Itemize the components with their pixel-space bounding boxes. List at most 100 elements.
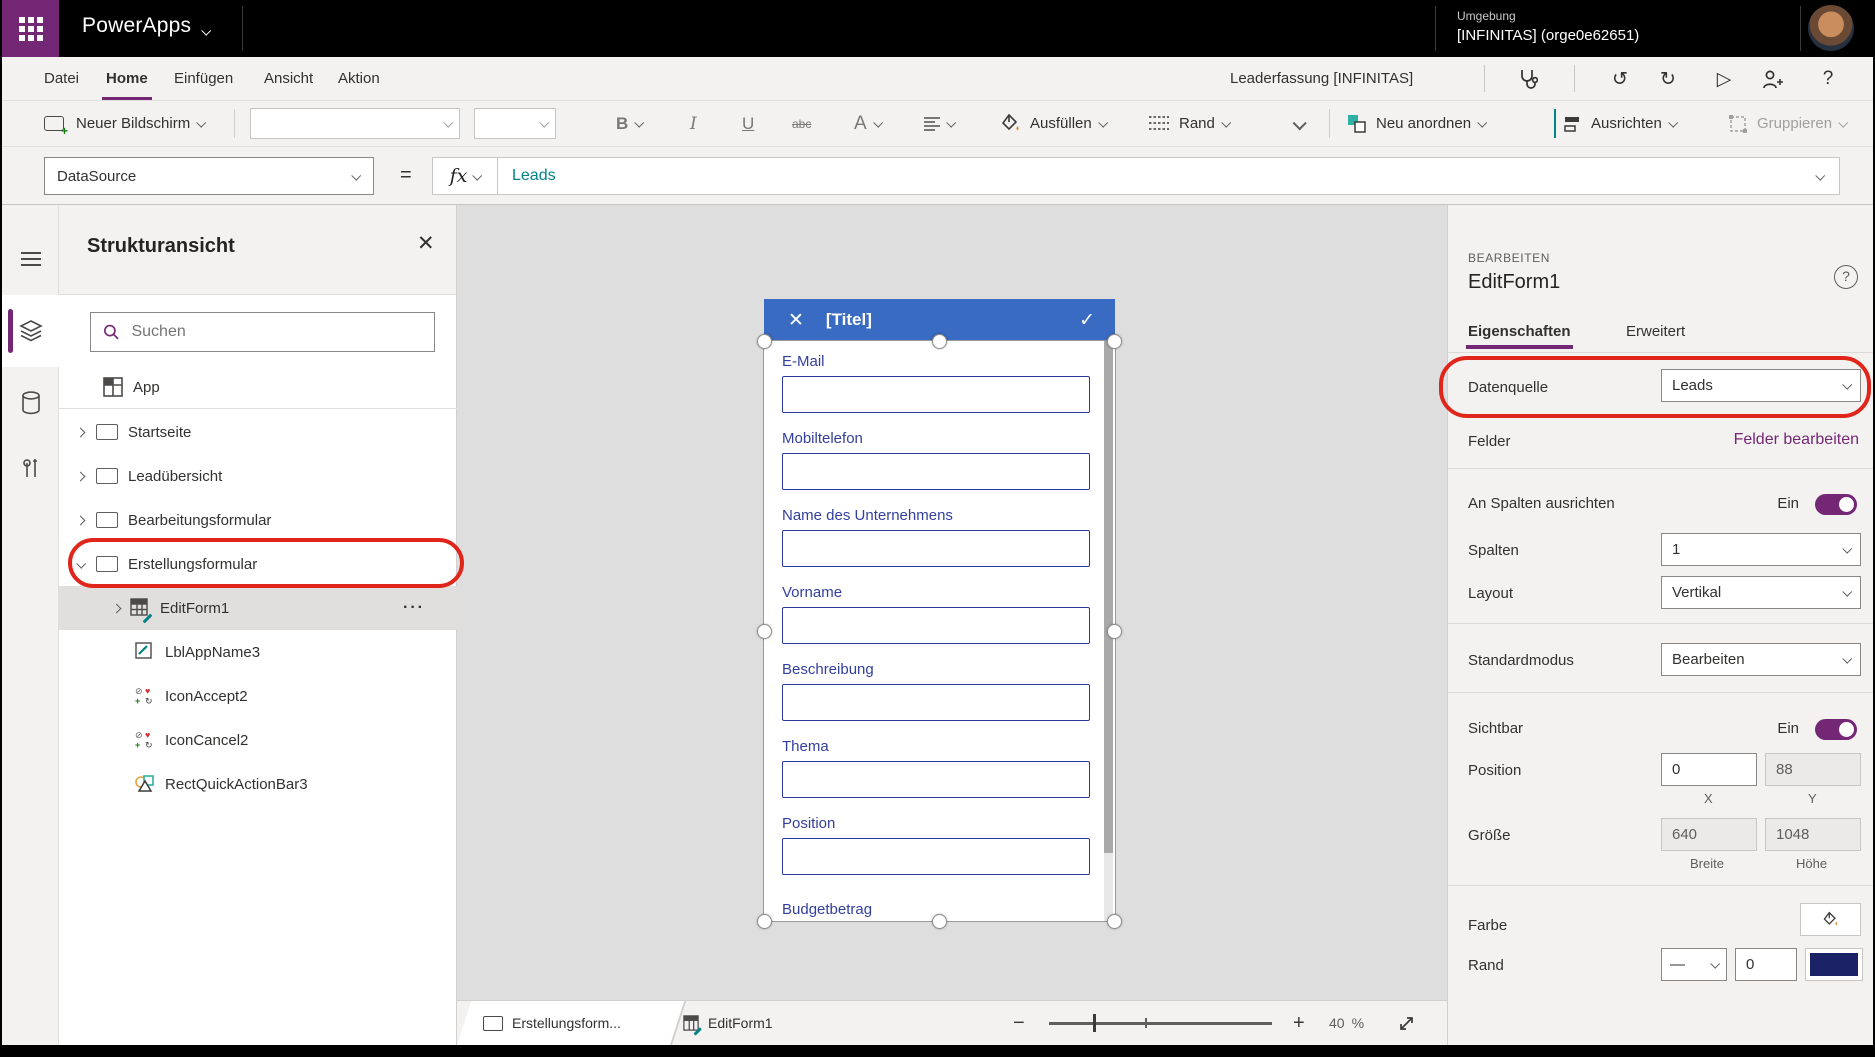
close-panel-icon[interactable]: ✕ xyxy=(417,231,435,256)
menu-einfuegen[interactable]: Einfügen xyxy=(170,57,237,100)
menu-home[interactable]: Home xyxy=(102,57,152,100)
icon-control-icon: ⊘♥+↻ xyxy=(135,730,155,750)
shapes-control-icon xyxy=(135,774,155,794)
selection-handle-mid-left[interactable] xyxy=(757,624,772,639)
play-preview-icon[interactable]: ▷ xyxy=(1710,65,1738,93)
expand-chevron-icon[interactable] xyxy=(76,515,86,525)
default-mode-dropdown[interactable]: Bearbeiten xyxy=(1661,643,1861,676)
search-input[interactable] xyxy=(129,322,422,342)
selection-handle-top-center[interactable] xyxy=(932,334,947,349)
selection-handle-mid-right[interactable] xyxy=(1107,624,1122,639)
align-button[interactable]: Ausrichten xyxy=(1564,101,1676,146)
tree-item-leaduebersicht[interactable]: Leadübersicht xyxy=(59,454,457,498)
bold-button[interactable]: B xyxy=(616,101,642,146)
user-avatar[interactable] xyxy=(1808,5,1854,51)
tree-item-startseite[interactable]: Startseite xyxy=(59,410,457,454)
annotation-circle-datenquelle xyxy=(1439,356,1871,418)
border-button[interactable]: Rand xyxy=(1148,101,1229,146)
zoom-slider-thumb[interactable] xyxy=(1093,1014,1096,1032)
form-field-input xyxy=(782,838,1090,875)
border-color-swatch[interactable] xyxy=(1805,948,1863,981)
border-width-input[interactable]: 0 xyxy=(1735,948,1797,981)
font-color-button[interactable]: A xyxy=(854,101,881,146)
fit-to-window-icon[interactable] xyxy=(1397,1001,1416,1045)
font-family-dropdown[interactable] xyxy=(250,108,460,139)
tree-item-iconaccept2[interactable]: ⊘♥+↻ IconAccept2 xyxy=(59,674,457,718)
app-name-chevron-icon[interactable] xyxy=(202,22,209,40)
selection-handle-bottom-left[interactable] xyxy=(757,914,772,929)
zoom-out-button[interactable]: − xyxy=(1013,1001,1025,1045)
color-picker-button[interactable] xyxy=(1800,903,1861,936)
ribbon-expand-chevron[interactable] xyxy=(1287,101,1304,146)
tree-view-icon[interactable] xyxy=(2,295,59,367)
property-selector[interactable]: DataSource xyxy=(44,157,374,195)
undo-icon[interactable]: ↺ xyxy=(1606,65,1634,93)
edit-fields-link[interactable]: Felder bearbeiten xyxy=(1734,431,1859,449)
y-axis-label: Y xyxy=(1808,791,1817,806)
tree-search[interactable] xyxy=(90,312,435,352)
breadcrumb-control[interactable]: EditForm1 xyxy=(683,1001,773,1045)
tree-item-editform1[interactable]: EditForm1 ··· xyxy=(59,586,457,630)
selection-handle-bottom-center[interactable] xyxy=(932,914,947,929)
tab-erweitert[interactable]: Erweitert xyxy=(1626,323,1685,340)
height-input: 1048 xyxy=(1765,818,1861,851)
underline-button[interactable]: U xyxy=(742,101,754,146)
item-options-ellipsis[interactable]: ··· xyxy=(403,599,425,617)
canvas-area[interactable]: ✕ [Titel] ✓ E-Mail Mobiltelefon Name des… xyxy=(457,205,1447,1000)
formula-bar: DataSource = fx Leads xyxy=(2,147,1875,205)
group-icon xyxy=(1728,114,1748,134)
tab-eigenschaften[interactable]: Eigenschaften xyxy=(1468,323,1571,340)
tree-item-lblappname3[interactable]: LblAppName3 xyxy=(59,630,457,674)
menu-aktion[interactable]: Aktion xyxy=(334,57,384,100)
waffle-menu-button[interactable] xyxy=(2,0,59,57)
canvas-bottom-bar: Erstellungsform... EditForm1 − + 40% xyxy=(457,1000,1447,1045)
zoom-slider-track[interactable] xyxy=(1049,1022,1272,1025)
font-size-dropdown[interactable] xyxy=(474,108,556,139)
position-x-input[interactable]: 0 xyxy=(1661,753,1757,786)
data-sources-icon[interactable] xyxy=(2,367,59,439)
tree-item-app[interactable]: App xyxy=(59,365,457,409)
selection-handle-top-left[interactable] xyxy=(757,334,772,349)
visible-toggle[interactable] xyxy=(1815,719,1857,740)
help-icon[interactable]: ? xyxy=(1814,65,1842,93)
default-mode-label: Standardmodus xyxy=(1468,652,1574,669)
fill-button[interactable]: Ausfüllen xyxy=(1000,101,1106,146)
panel-title: Strukturansicht xyxy=(87,235,235,258)
fx-button[interactable]: fx xyxy=(432,157,498,195)
strikethrough-button[interactable]: abc xyxy=(792,101,811,146)
share-person-icon[interactable] xyxy=(1758,65,1786,93)
selection-handle-top-right[interactable] xyxy=(1107,334,1122,349)
hamburger-menu-icon[interactable] xyxy=(2,223,59,295)
panel-help-icon[interactable]: ? xyxy=(1834,265,1858,289)
italic-button[interactable]: I xyxy=(690,101,697,146)
scrollbar-thumb[interactable] xyxy=(1104,341,1113,853)
columns-dropdown[interactable]: 1 xyxy=(1661,533,1861,566)
reorder-button[interactable]: Neu anordnen xyxy=(1347,101,1485,146)
tree-item-bearbeitungsformular[interactable]: Bearbeitungsformular xyxy=(59,498,457,542)
redo-icon[interactable]: ↻ xyxy=(1654,65,1682,93)
expand-chevron-icon[interactable] xyxy=(76,427,86,437)
text-align-button[interactable] xyxy=(924,101,954,146)
new-screen-button[interactable]: + Neuer Bildschirm xyxy=(44,101,204,146)
tree-item-iconcancel2[interactable]: ⊘♥+↻ IconCancel2 xyxy=(59,718,457,762)
screen-icon xyxy=(96,424,118,440)
layout-dropdown[interactable]: Vertikal xyxy=(1661,576,1861,609)
menu-datei[interactable]: Datei xyxy=(40,57,83,100)
tools-icon[interactable] xyxy=(2,433,59,505)
edit-form-control[interactable]: E-Mail Mobiltelefon Name des Unternehmen… xyxy=(764,341,1115,921)
snap-toggle[interactable] xyxy=(1815,494,1857,515)
tree-item-rectquickactionbar3[interactable]: RectQuickActionBar3 xyxy=(59,762,457,806)
menu-ansicht[interactable]: Ansicht xyxy=(260,57,317,100)
position-y-input: 88 xyxy=(1765,753,1861,786)
zoom-in-button[interactable]: + xyxy=(1293,1001,1305,1045)
app-checker-icon[interactable] xyxy=(1514,65,1542,93)
group-button: Gruppieren xyxy=(1728,101,1846,146)
expand-chevron-icon[interactable] xyxy=(112,603,122,613)
formula-input[interactable]: Leads xyxy=(498,157,1840,195)
environment-value[interactable]: [INFINITAS] (orge0e62651) xyxy=(1457,27,1639,44)
expand-chevron-icon[interactable] xyxy=(76,471,86,481)
selection-handle-bottom-right[interactable] xyxy=(1107,914,1122,929)
border-style-dropdown[interactable]: — xyxy=(1661,948,1727,981)
breadcrumb-screen[interactable]: Erstellungsform... xyxy=(483,1001,621,1045)
snap-to-columns-label: An Spalten ausrichten xyxy=(1468,495,1615,512)
